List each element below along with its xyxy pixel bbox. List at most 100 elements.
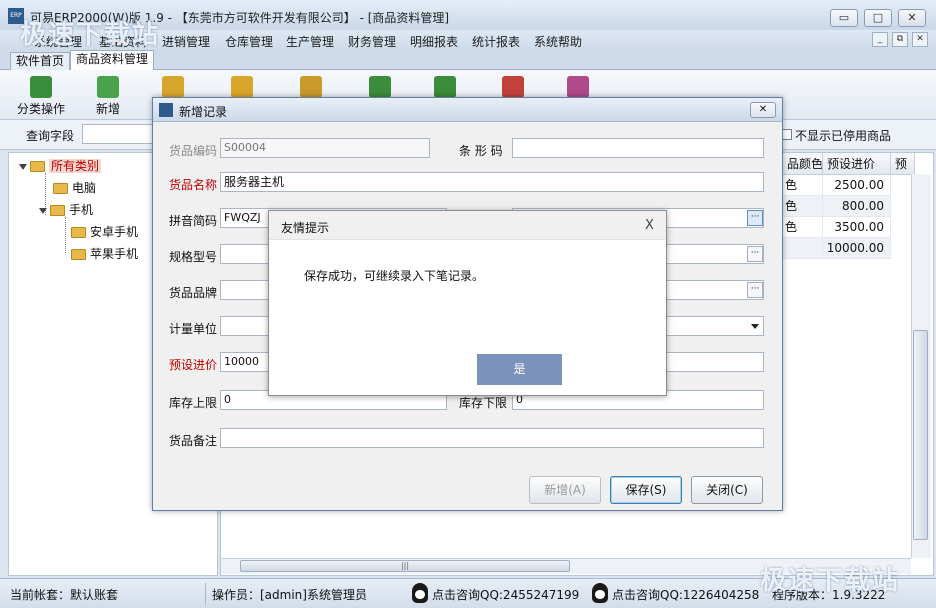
message-close-button[interactable]: X	[645, 218, 654, 233]
barcode-field[interactable]	[512, 138, 764, 158]
folder-icon	[71, 249, 86, 260]
table-button[interactable]	[565, 76, 591, 98]
export-icon	[434, 76, 456, 98]
new-button[interactable]: 新增(A)	[529, 476, 601, 504]
excel-button[interactable]	[367, 76, 393, 98]
tree-node-android[interactable]: 安卓手机	[71, 223, 138, 240]
code-label: 货品编码	[169, 144, 218, 158]
stock-min-label: 库存下限	[459, 396, 508, 410]
stock-max-label: 库存上限	[169, 396, 218, 410]
category-icon	[30, 76, 52, 98]
mdi-restore-button[interactable]: ⧉	[892, 32, 908, 47]
qq-icon[interactable]	[592, 583, 608, 603]
unit-label: 计量单位	[169, 322, 218, 336]
delete-icon	[231, 76, 253, 98]
add-label: 新增	[95, 102, 120, 116]
menu-warehouse[interactable]: 仓库管理	[225, 33, 273, 50]
tree-node-root[interactable]: 所有类别	[19, 157, 102, 174]
category-picker-button[interactable]: ···	[747, 210, 763, 226]
tree-node-phone[interactable]: 手机	[39, 201, 93, 218]
folder-icon	[53, 183, 68, 194]
message-title: 友情提示	[281, 221, 330, 235]
query-field-label: 查询字段	[26, 129, 75, 143]
yes-button[interactable]: 是	[477, 354, 562, 385]
cell-price[interactable]: 2500.00	[823, 175, 891, 196]
hide-disabled-label: 不显示已停用商品	[795, 129, 892, 143]
folder-icon	[30, 161, 45, 172]
folder-icon	[50, 205, 65, 216]
save-button[interactable]: 保存(S)	[610, 476, 682, 504]
name-label: 货品名称	[169, 178, 218, 192]
cell-color[interactable]: 色	[783, 217, 823, 238]
column-header-extra[interactable]: 预	[891, 153, 915, 175]
table-icon	[567, 76, 589, 98]
tree-node-iphone[interactable]: 苹果手机	[71, 245, 138, 262]
mdi-close-button[interactable]: ✕	[912, 32, 928, 47]
mdi-minimize-button[interactable]: _	[872, 32, 888, 47]
menu-finance[interactable]: 财务管理	[348, 33, 396, 50]
expand-icon[interactable]	[19, 163, 27, 170]
model-label: 规格型号	[169, 250, 218, 264]
warehouse-picker-button[interactable]: ···	[747, 282, 763, 298]
message-title-bar: 友情提示 X	[269, 211, 666, 240]
dialog-title: 新增记录	[179, 105, 228, 119]
excel-icon	[369, 76, 391, 98]
menu-stat-report[interactable]: 统计报表	[472, 33, 520, 50]
cell-price[interactable]: 800.00	[823, 196, 891, 217]
brand-label: 货品品牌	[169, 286, 218, 300]
dialog-app-icon	[159, 103, 173, 117]
query-field-select[interactable]	[82, 124, 162, 144]
cell-color[interactable]: 色	[783, 175, 823, 196]
watermark-logo: 极速下载站	[20, 20, 161, 50]
cell-color[interactable]	[783, 238, 823, 259]
horizontal-scroll-thumb[interactable]: |||	[240, 560, 570, 572]
menu-production[interactable]: 生产管理	[286, 33, 334, 50]
info-message-box: 友情提示 X 保存成功，可继续录入下笔记录。 是	[268, 210, 667, 396]
qq-consult-link-1[interactable]: 点击咨询QQ:2455247199	[432, 586, 579, 603]
dialog-title-bar: 新增记录 ✕	[153, 98, 782, 122]
watermark-logo: 极速下载站	[760, 566, 901, 596]
menu-detail-report[interactable]: 明细报表	[410, 33, 458, 50]
status-account: 当前帐套：默认账套	[10, 588, 119, 602]
refresh-button[interactable]	[298, 76, 324, 98]
delete-button[interactable]	[229, 76, 255, 98]
minimize-button[interactable]: ▭	[830, 9, 858, 27]
stop-button[interactable]	[500, 76, 526, 98]
dialog-close-button[interactable]: ✕	[750, 102, 776, 118]
close-dialog-button[interactable]: 关闭(C)	[691, 476, 763, 504]
stop-icon	[502, 76, 524, 98]
tree-node-computer[interactable]: 电脑	[53, 179, 96, 196]
chevron-down-icon[interactable]	[751, 324, 759, 329]
export-button[interactable]	[432, 76, 458, 98]
refresh-icon	[300, 76, 322, 98]
folder-icon	[71, 227, 86, 238]
category-button[interactable]: 分类操作	[15, 76, 67, 117]
name-field[interactable]: 服务器主机	[220, 172, 764, 192]
remark-field[interactable]	[220, 428, 764, 448]
column-header-price[interactable]: 预设进价	[823, 153, 891, 175]
menu-purchase-sales[interactable]: 进销管理	[162, 33, 210, 50]
tab-home[interactable]: 软件首页	[10, 52, 71, 70]
cell-price[interactable]: 10000.00	[823, 238, 891, 259]
category-label: 分类操作	[16, 102, 65, 116]
remark-label: 货品备注	[169, 434, 218, 448]
vertical-scroll-thumb[interactable]	[913, 330, 928, 540]
pinyin-label: 拼音简码	[169, 214, 218, 228]
column-header-color[interactable]: 品颜色	[783, 153, 823, 175]
expand-icon[interactable]	[39, 207, 47, 214]
maximize-button[interactable]: □	[864, 9, 892, 27]
price-label: 预设进价	[169, 358, 218, 372]
code-field[interactable]: S00004	[220, 138, 430, 158]
barcode-label: 条 形 码	[459, 144, 503, 158]
qq-consult-link-2[interactable]: 点击咨询QQ:1226404258	[612, 586, 759, 603]
tab-product-management[interactable]: 商品资料管理	[70, 50, 155, 71]
qq-icon[interactable]	[412, 583, 428, 603]
cell-color[interactable]: 色	[783, 196, 823, 217]
menu-help[interactable]: 系统帮助	[534, 33, 582, 50]
add-button[interactable]: 新增	[88, 76, 128, 117]
close-button[interactable]: ✕	[898, 9, 926, 27]
edit-button[interactable]	[160, 76, 186, 98]
cell-price[interactable]: 3500.00	[823, 217, 891, 238]
document-tabs: 软件首页 商品资料管理	[0, 50, 936, 71]
supplier-picker-button[interactable]: ···	[747, 246, 763, 262]
